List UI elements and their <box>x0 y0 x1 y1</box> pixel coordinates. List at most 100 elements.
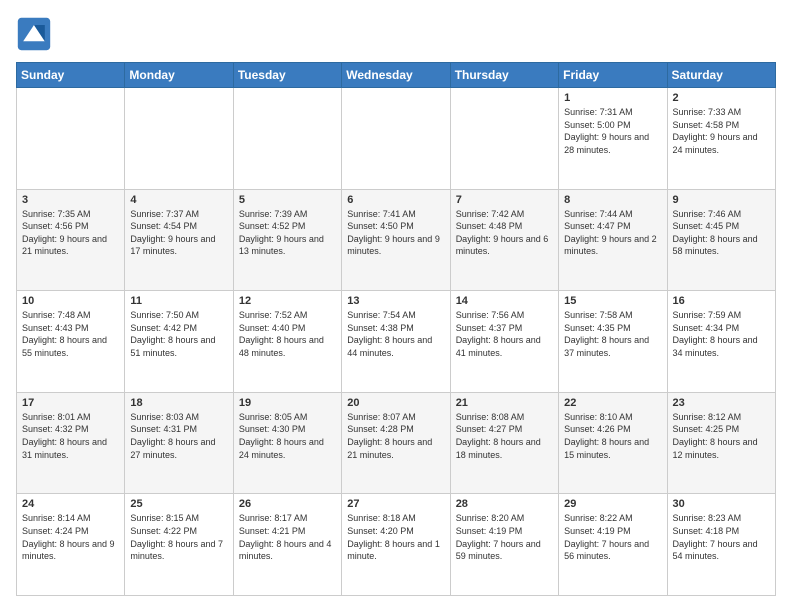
day-info: Sunrise: 7:33 AM Sunset: 4:58 PM Dayligh… <box>673 106 770 156</box>
calendar-cell: 30Sunrise: 8:23 AM Sunset: 4:18 PM Dayli… <box>667 494 775 596</box>
day-info: Sunrise: 7:54 AM Sunset: 4:38 PM Dayligh… <box>347 309 444 359</box>
day-info: Sunrise: 7:46 AM Sunset: 4:45 PM Dayligh… <box>673 208 770 258</box>
day-number: 13 <box>347 295 444 307</box>
calendar-cell: 24Sunrise: 8:14 AM Sunset: 4:24 PM Dayli… <box>17 494 125 596</box>
weekday-header-thursday: Thursday <box>450 63 558 88</box>
day-number: 21 <box>456 397 553 409</box>
calendar-cell: 20 Sunrise: 8:07 AM Sunset: 4:28 PM Dayli… <box>342 392 450 494</box>
weekday-header-saturday: Saturday <box>667 63 775 88</box>
calendar-cell <box>17 88 125 190</box>
day-number: 20 <box>347 397 444 409</box>
calendar-cell: 4Sunrise: 7:37 AM Sunset: 4:54 PM Daylig… <box>125 189 233 291</box>
weekday-header-wednesday: Wednesday <box>342 63 450 88</box>
calendar-cell: 13 Sunrise: 7:54 AM Sunset: 4:38 PM Dayli… <box>342 291 450 393</box>
calendar-cell: 6Sunrise: 7:41 AM Sunset: 4:50 PM Daylig… <box>342 189 450 291</box>
day-number: 19 <box>239 397 336 409</box>
day-info: Sunrise: 8:05 AM Sunset: 4:30 PM Dayligh… <box>239 411 336 461</box>
calendar-cell: 5Sunrise: 7:39 AM Sunset: 4:52 PM Daylig… <box>233 189 341 291</box>
day-number: 26 <box>239 498 336 510</box>
calendar-cell: 8 Sunrise: 7:44 AM Sunset: 4:47 PM Daylig… <box>559 189 667 291</box>
calendar-cell: 7 Sunrise: 7:42 AM Sunset: 4:48 PM Daylig… <box>450 189 558 291</box>
page: SundayMondayTuesdayWednesdayThursdayFrid… <box>0 0 792 612</box>
calendar-cell: 28 Sunrise: 8:20 AM Sunset: 4:19 PM Dayli… <box>450 494 558 596</box>
day-info: Sunrise: 8:20 AM Sunset: 4:19 PM Dayligh… <box>456 512 553 562</box>
calendar-cell: 2 Sunrise: 7:33 AM Sunset: 4:58 PM Daylig… <box>667 88 775 190</box>
day-number: 1 <box>564 92 661 104</box>
day-number: 12 <box>239 295 336 307</box>
day-number: 25 <box>130 498 227 510</box>
calendar-header-row: SundayMondayTuesdayWednesdayThursdayFrid… <box>17 63 776 88</box>
calendar-cell: 15 Sunrise: 7:58 AM Sunset: 4:35 PM Dayli… <box>559 291 667 393</box>
logo-icon <box>16 16 52 52</box>
day-info: Sunrise: 8:23 AM Sunset: 4:18 PM Dayligh… <box>673 512 770 562</box>
calendar-cell: 22 Sunrise: 8:10 AM Sunset: 4:26 PM Dayli… <box>559 392 667 494</box>
day-info: Sunrise: 8:01 AM Sunset: 4:32 PM Dayligh… <box>22 411 119 461</box>
calendar-cell <box>450 88 558 190</box>
day-info: Sunrise: 7:58 AM Sunset: 4:35 PM Dayligh… <box>564 309 661 359</box>
day-number: 4 <box>130 194 227 206</box>
calendar-cell: 14 Sunrise: 7:56 AM Sunset: 4:37 PM Dayli… <box>450 291 558 393</box>
day-info: Sunrise: 7:42 AM Sunset: 4:48 PM Dayligh… <box>456 208 553 258</box>
day-info: Sunrise: 8:10 AM Sunset: 4:26 PM Dayligh… <box>564 411 661 461</box>
day-info: Sunrise: 8:12 AM Sunset: 4:25 PM Dayligh… <box>673 411 770 461</box>
calendar-cell: 3Sunrise: 7:35 AM Sunset: 4:56 PM Daylig… <box>17 189 125 291</box>
calendar-table: SundayMondayTuesdayWednesdayThursdayFrid… <box>16 62 776 596</box>
day-number: 18 <box>130 397 227 409</box>
day-info: Sunrise: 7:44 AM Sunset: 4:47 PM Dayligh… <box>564 208 661 258</box>
day-number: 10 <box>22 295 119 307</box>
day-info: Sunrise: 7:35 AM Sunset: 4:56 PM Dayligh… <box>22 208 119 258</box>
calendar-week-5: 24Sunrise: 8:14 AM Sunset: 4:24 PM Dayli… <box>17 494 776 596</box>
day-number: 15 <box>564 295 661 307</box>
calendar-week-4: 17 Sunrise: 8:01 AM Sunset: 4:32 PM Dayli… <box>17 392 776 494</box>
day-info: Sunrise: 8:07 AM Sunset: 4:28 PM Dayligh… <box>347 411 444 461</box>
calendar-cell: 10 Sunrise: 7:48 AM Sunset: 4:43 PM Dayli… <box>17 291 125 393</box>
calendar-cell <box>342 88 450 190</box>
weekday-header-friday: Friday <box>559 63 667 88</box>
calendar-week-1: 1 Sunrise: 7:31 AM Sunset: 5:00 PM Daylig… <box>17 88 776 190</box>
calendar-cell: 19 Sunrise: 8:05 AM Sunset: 4:30 PM Dayli… <box>233 392 341 494</box>
calendar-cell: 26 Sunrise: 8:17 AM Sunset: 4:21 PM Dayli… <box>233 494 341 596</box>
day-number: 29 <box>564 498 661 510</box>
weekday-header-sunday: Sunday <box>17 63 125 88</box>
day-number: 6 <box>347 194 444 206</box>
calendar-cell: 1 Sunrise: 7:31 AM Sunset: 5:00 PM Daylig… <box>559 88 667 190</box>
calendar-cell: 12 Sunrise: 7:52 AM Sunset: 4:40 PM Dayli… <box>233 291 341 393</box>
day-info: Sunrise: 7:31 AM Sunset: 5:00 PM Dayligh… <box>564 106 661 156</box>
day-info: Sunrise: 8:22 AM Sunset: 4:19 PM Dayligh… <box>564 512 661 562</box>
day-number: 27 <box>347 498 444 510</box>
day-info: Sunrise: 8:08 AM Sunset: 4:27 PM Dayligh… <box>456 411 553 461</box>
day-number: 14 <box>456 295 553 307</box>
day-info: Sunrise: 8:15 AM Sunset: 4:22 PM Dayligh… <box>130 512 227 562</box>
day-number: 16 <box>673 295 770 307</box>
calendar-week-2: 3Sunrise: 7:35 AM Sunset: 4:56 PM Daylig… <box>17 189 776 291</box>
day-number: 9 <box>673 194 770 206</box>
day-number: 28 <box>456 498 553 510</box>
day-number: 7 <box>456 194 553 206</box>
header <box>16 16 776 52</box>
calendar-cell: 17 Sunrise: 8:01 AM Sunset: 4:32 PM Dayli… <box>17 392 125 494</box>
calendar-week-3: 10 Sunrise: 7:48 AM Sunset: 4:43 PM Dayli… <box>17 291 776 393</box>
day-number: 23 <box>673 397 770 409</box>
day-number: 8 <box>564 194 661 206</box>
calendar-cell: 11Sunrise: 7:50 AM Sunset: 4:42 PM Dayli… <box>125 291 233 393</box>
day-info: Sunrise: 7:39 AM Sunset: 4:52 PM Dayligh… <box>239 208 336 258</box>
day-info: Sunrise: 8:17 AM Sunset: 4:21 PM Dayligh… <box>239 512 336 562</box>
day-number: 17 <box>22 397 119 409</box>
day-info: Sunrise: 7:48 AM Sunset: 4:43 PM Dayligh… <box>22 309 119 359</box>
weekday-header-monday: Monday <box>125 63 233 88</box>
day-number: 22 <box>564 397 661 409</box>
calendar-cell: 18Sunrise: 8:03 AM Sunset: 4:31 PM Dayli… <box>125 392 233 494</box>
calendar-cell: 27Sunrise: 8:18 AM Sunset: 4:20 PM Dayli… <box>342 494 450 596</box>
day-info: Sunrise: 7:56 AM Sunset: 4:37 PM Dayligh… <box>456 309 553 359</box>
calendar-cell <box>125 88 233 190</box>
day-info: Sunrise: 7:52 AM Sunset: 4:40 PM Dayligh… <box>239 309 336 359</box>
logo <box>16 16 56 52</box>
day-number: 2 <box>673 92 770 104</box>
weekday-header-tuesday: Tuesday <box>233 63 341 88</box>
calendar-cell: 29 Sunrise: 8:22 AM Sunset: 4:19 PM Dayli… <box>559 494 667 596</box>
calendar-cell: 21 Sunrise: 8:08 AM Sunset: 4:27 PM Dayli… <box>450 392 558 494</box>
calendar-cell: 16 Sunrise: 7:59 AM Sunset: 4:34 PM Dayli… <box>667 291 775 393</box>
calendar-cell: 25 Sunrise: 8:15 AM Sunset: 4:22 PM Dayli… <box>125 494 233 596</box>
day-info: Sunrise: 8:14 AM Sunset: 4:24 PM Dayligh… <box>22 512 119 562</box>
day-info: Sunrise: 7:59 AM Sunset: 4:34 PM Dayligh… <box>673 309 770 359</box>
